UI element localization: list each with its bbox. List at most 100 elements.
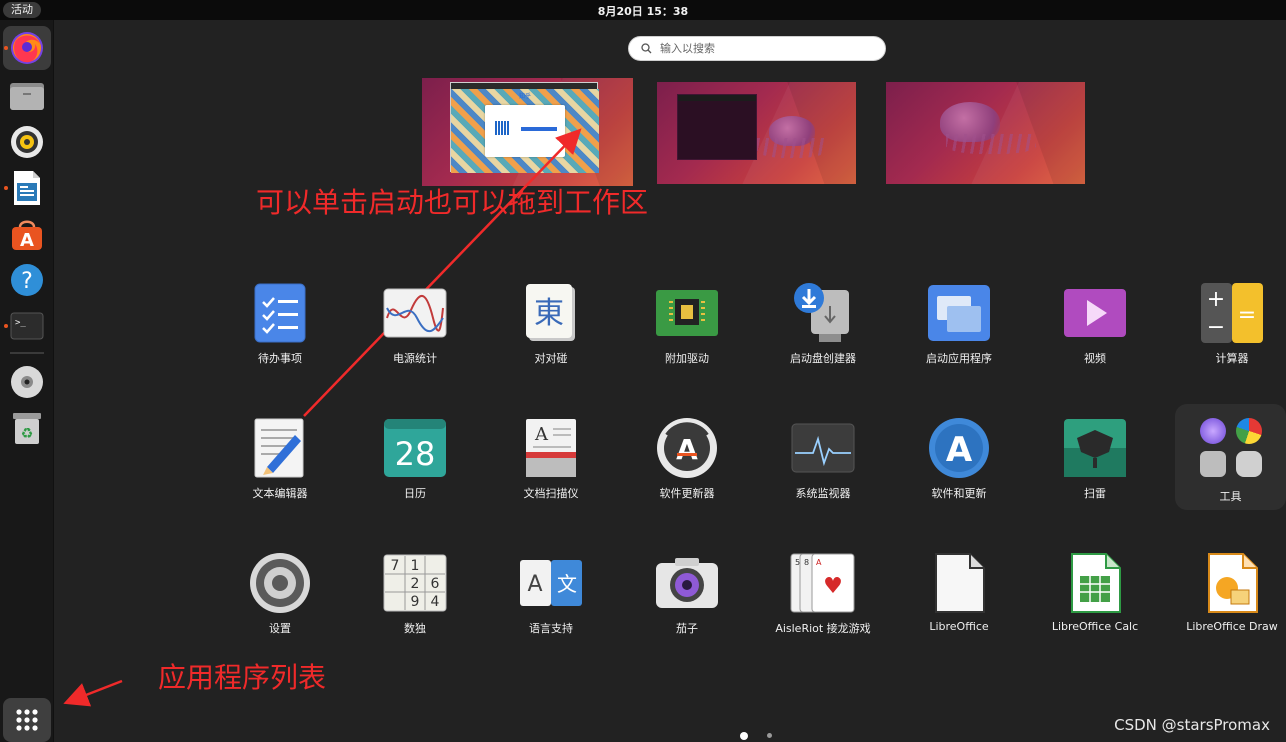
- draw-icon: [1208, 553, 1258, 613]
- software-properties-icon: A: [929, 418, 989, 478]
- app-label: LibreOffice Calc: [1051, 620, 1139, 633]
- svg-text:+: +: [1207, 287, 1225, 312]
- app-label: 数独: [404, 622, 426, 635]
- app-cheese[interactable]: 茄子: [622, 550, 752, 660]
- folder-preview-icon: [1236, 418, 1262, 444]
- app-label: 视频: [1084, 352, 1106, 365]
- annotation-workspace-hint: 可以单击启动也可以拖到工作区: [256, 186, 649, 219]
- todo-icon: [254, 283, 306, 343]
- app-libreoffice-calc[interactable]: LibreOffice Calc: [1030, 550, 1160, 660]
- svg-text:9: 9: [411, 594, 420, 610]
- svg-text:−: −: [1207, 315, 1225, 340]
- app-language-support[interactable]: A 文 语言支持: [486, 550, 616, 660]
- svg-text:東: 東: [534, 296, 564, 331]
- power-stats-icon: [383, 288, 447, 338]
- app-libreoffice-draw[interactable]: LibreOffice Draw: [1167, 550, 1286, 660]
- svg-text:=: =: [1238, 303, 1256, 328]
- cards-icon: 5 8 A ♥: [790, 553, 855, 613]
- text-editor-icon: [254, 418, 304, 478]
- svg-text:8: 8: [804, 558, 809, 567]
- app-label: 附加驱动: [665, 352, 709, 365]
- svg-text:A: A: [527, 572, 542, 597]
- calculator-icon: + − =: [1201, 283, 1263, 343]
- mahjongg-icon: 東: [526, 284, 575, 341]
- video-icon: [1064, 289, 1126, 337]
- language-icon: A 文: [520, 560, 582, 606]
- app-label: 工具: [1219, 490, 1242, 503]
- scanner-icon: A: [526, 419, 576, 477]
- mines-icon: [1064, 419, 1126, 477]
- annotation-app-list-hint: 应用程序列表: [158, 661, 327, 694]
- svg-text:A: A: [676, 433, 698, 466]
- app-label: 日历: [404, 487, 426, 500]
- app-sudoku[interactable]: 7 1 2 6 9 4 数独: [350, 550, 480, 660]
- app-label: LibreOffice Draw: [1186, 620, 1278, 633]
- app-label: 启动盘创建器: [790, 352, 856, 365]
- svg-text:A: A: [816, 558, 822, 567]
- app-label: 软件和更新: [931, 487, 987, 500]
- app-label: 设置: [269, 622, 291, 635]
- libreoffice-icon: [935, 553, 985, 613]
- app-software-properties[interactable]: A 软件和更新: [894, 415, 1024, 525]
- app-document-scanner[interactable]: A 文档扫描仪: [486, 415, 616, 525]
- arrow-to-app-grid: [63, 679, 123, 707]
- app-calendar[interactable]: 28 日历: [350, 415, 480, 525]
- app-label: 软件更新器: [659, 487, 715, 500]
- app-label: 茄子: [676, 622, 698, 635]
- app-startup-applications[interactable]: 启动应用程序: [894, 280, 1024, 390]
- app-label: AisleRiot 接龙游戏: [775, 622, 871, 635]
- app-label: 计算器: [1215, 352, 1249, 365]
- usb-creator-icon: [794, 283, 849, 342]
- software-updater-icon: A: [657, 418, 717, 478]
- svg-text:1: 1: [411, 558, 420, 574]
- csdn-watermark: CSDN @starsPromax: [1114, 716, 1270, 734]
- startup-apps-icon: [928, 285, 990, 341]
- app-label: 文档扫描仪: [523, 487, 579, 500]
- app-aisleriot[interactable]: 5 8 A ♥ AisleRiot 接龙游戏: [758, 550, 888, 660]
- svg-text:5: 5: [795, 558, 800, 567]
- page-indicator-2[interactable]: [767, 733, 772, 738]
- app-system-monitor[interactable]: 系统监视器: [758, 415, 888, 525]
- app-todo[interactable]: 待办事项: [215, 280, 345, 390]
- app-startup-disk-creator[interactable]: 启动盘创建器: [758, 280, 888, 390]
- app-label: 启动应用程序: [926, 352, 992, 365]
- app-settings[interactable]: 设置: [215, 550, 345, 660]
- calc-icon: [1071, 553, 1121, 613]
- calendar-icon: 28: [384, 419, 446, 477]
- app-label: 电源统计: [393, 352, 437, 365]
- app-label: 对对碰: [534, 352, 568, 365]
- app-mines[interactable]: 扫雷: [1030, 415, 1160, 525]
- svg-text:4: 4: [431, 594, 440, 610]
- svg-text:♥: ♥: [823, 574, 843, 599]
- app-label: LibreOffice: [929, 620, 989, 633]
- folder-preview-icon: [1236, 451, 1262, 477]
- app-text-editor[interactable]: 文本编辑器: [215, 415, 345, 525]
- calendar-day: 28: [395, 435, 436, 473]
- app-calculator[interactable]: + − = 计算器: [1167, 280, 1286, 390]
- app-software-updater[interactable]: A 软件更新器: [622, 415, 752, 525]
- app-label: 系统监视器: [795, 487, 851, 500]
- page-indicator-1[interactable]: [740, 732, 748, 740]
- folder-preview-icon: [1200, 451, 1226, 477]
- app-label: 语言支持: [529, 622, 573, 635]
- svg-text:A: A: [946, 430, 973, 470]
- svg-text:7: 7: [391, 558, 400, 574]
- svg-text:文: 文: [557, 572, 577, 596]
- app-additional-drivers[interactable]: 附加驱动: [622, 280, 752, 390]
- svg-text:2: 2: [411, 576, 420, 592]
- app-folder-utilities[interactable]: 工具: [1175, 404, 1286, 510]
- svg-text:A: A: [534, 424, 549, 445]
- cheese-icon: [656, 558, 718, 608]
- chip-icon: [656, 290, 718, 336]
- svg-text:6: 6: [431, 576, 440, 592]
- app-mahjongg[interactable]: 東 对对碰: [486, 280, 616, 390]
- app-label: 扫雷: [1084, 487, 1106, 500]
- folder-preview-icon: [1200, 418, 1226, 444]
- system-monitor-icon: [791, 423, 855, 473]
- app-power-statistics[interactable]: 电源统计: [350, 280, 480, 390]
- settings-icon: [250, 553, 310, 613]
- app-label: 待办事项: [258, 352, 302, 365]
- sudoku-icon: 7 1 2 6 9 4: [383, 554, 447, 612]
- app-videos[interactable]: 视频: [1030, 280, 1160, 390]
- app-libreoffice[interactable]: LibreOffice: [894, 550, 1024, 660]
